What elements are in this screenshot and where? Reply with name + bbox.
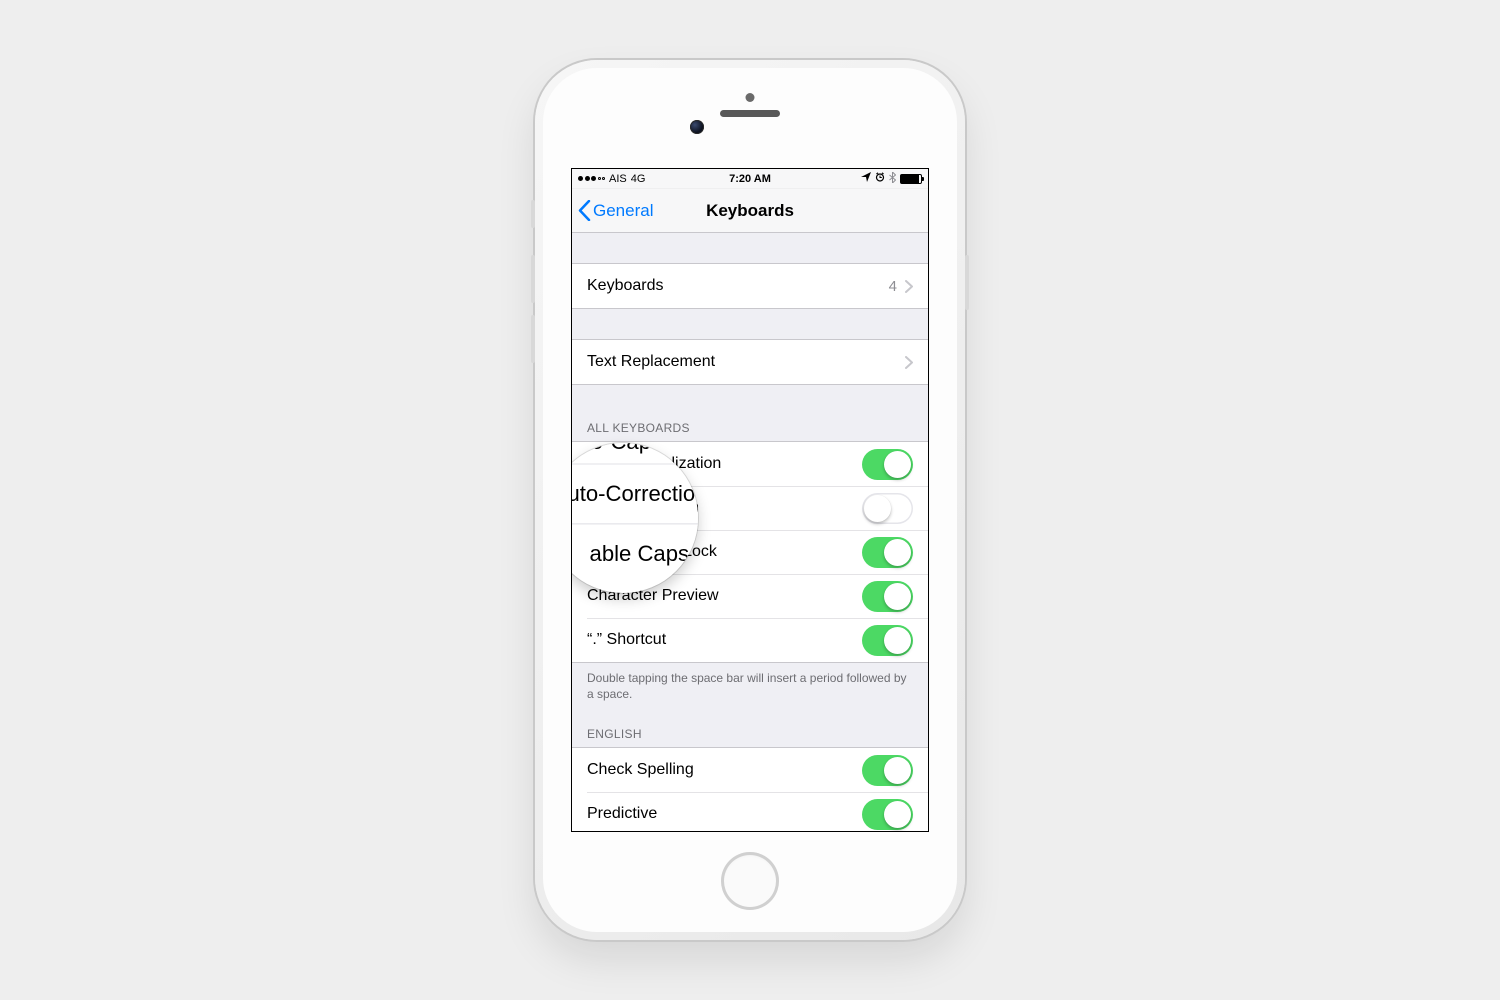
auto-correction-toggle[interactable] — [862, 493, 913, 524]
period-shortcut-toggle[interactable] — [862, 625, 913, 656]
magnifier-row-focus: Auto-Correction — [571, 465, 698, 525]
page-title: Keyboards — [706, 201, 794, 221]
predictive-row[interactable]: Predictive — [572, 792, 928, 832]
text-replacement-row[interactable]: Text Replacement — [572, 340, 928, 384]
predictive-label: Predictive — [587, 805, 657, 823]
magnifier-overlay: uto-Capitaliza Auto-Correction able Caps… — [571, 443, 698, 593]
text-replacement-label: Text Replacement — [587, 353, 715, 371]
period-shortcut-row[interactable]: “.” Shortcut — [572, 618, 928, 662]
phone-frame: AIS 4G 7:20 AM — [535, 60, 965, 940]
check-spelling-row[interactable]: Check Spelling — [572, 748, 928, 792]
bluetooth-icon — [889, 172, 896, 186]
battery-icon — [900, 174, 922, 184]
network-type: 4G — [631, 173, 646, 185]
power-button — [965, 255, 969, 310]
auto-capitalization-toggle[interactable] — [862, 449, 913, 480]
keyboards-count: 4 — [889, 278, 897, 295]
check-spelling-toggle[interactable] — [862, 755, 913, 786]
keyboards-row[interactable]: Keyboards 4 — [572, 264, 928, 308]
proximity-sensor — [746, 93, 755, 102]
check-spelling-label: Check Spelling — [587, 761, 694, 779]
volume-down-button — [531, 315, 535, 363]
home-button — [721, 852, 779, 910]
screen: AIS 4G 7:20 AM — [571, 168, 929, 832]
front-camera — [690, 120, 704, 134]
predictive-toggle[interactable] — [862, 799, 913, 830]
signal-strength-icon — [578, 176, 605, 181]
character-preview-toggle[interactable] — [862, 581, 913, 612]
chevron-right-icon — [905, 280, 913, 293]
enable-caps-lock-toggle[interactable] — [862, 537, 913, 568]
location-icon — [861, 172, 871, 185]
all-keyboards-header: All Keyboards — [572, 415, 928, 441]
back-label: General — [593, 201, 653, 221]
chevron-left-icon — [578, 200, 591, 221]
magnifier-row-top: uto-Capitaliza — [571, 443, 698, 465]
navigation-bar: General Keyboards — [572, 189, 928, 233]
alarm-icon — [875, 172, 885, 185]
magnifier-row-bottom: able Caps L — [571, 525, 698, 585]
shortcut-footer: Double tapping the space bar will insert… — [572, 663, 928, 709]
keyboards-row-label: Keyboards — [587, 277, 664, 295]
volume-up-button — [531, 255, 535, 303]
back-button[interactable]: General — [578, 189, 653, 232]
english-header: English — [572, 721, 928, 747]
status-time: 7:20 AM — [729, 173, 771, 185]
chevron-right-icon — [905, 356, 913, 369]
status-bar: AIS 4G 7:20 AM — [572, 169, 928, 189]
period-shortcut-label: “.” Shortcut — [587, 631, 666, 649]
earpiece — [720, 110, 780, 117]
carrier-label: AIS — [609, 173, 627, 185]
mute-switch — [531, 200, 535, 228]
